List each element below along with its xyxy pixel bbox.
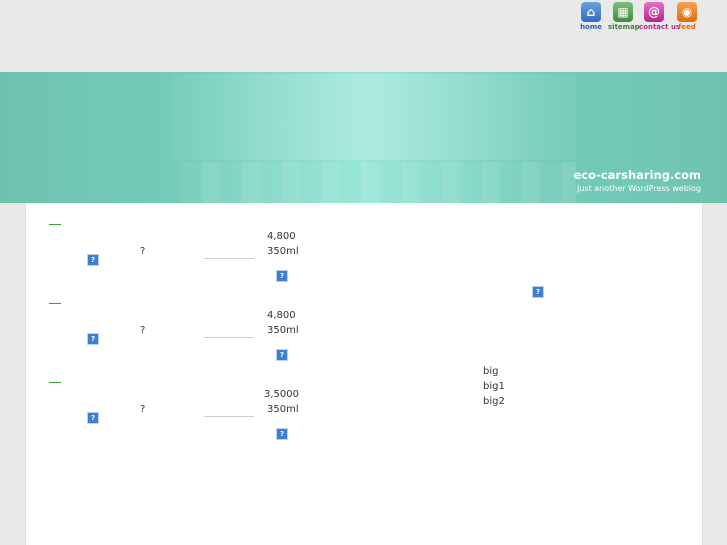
site-header: eco-carsharing.com Just another WordPres…: [0, 72, 727, 203]
top-icon-nav: ⌂ home ▦ sitemap @ contact us ◉ feed: [578, 2, 726, 34]
product-volume: 350ml: [267, 404, 299, 415]
rss-feed-icon: ◉: [677, 2, 697, 22]
nav-contact-label: contact us: [639, 23, 681, 31]
nav-contact-link[interactable]: @ contact us: [639, 2, 681, 31]
product-underline: [204, 416, 254, 417]
product-price: 4,800: [267, 310, 296, 321]
broken-image-icon[interactable]: ?: [276, 428, 288, 440]
product-volume: 350ml: [267, 246, 299, 257]
broken-image-icon[interactable]: ?: [87, 412, 99, 424]
sidebar-link-big1[interactable]: big1: [483, 381, 505, 392]
product-price: 3,5000: [264, 389, 299, 400]
product-question: ?: [140, 246, 146, 257]
entry-separator-dash: [49, 382, 61, 383]
site-description: Just another WordPress weblog: [576, 184, 701, 193]
broken-image-icon[interactable]: ?: [87, 333, 99, 345]
entry-separator-dash: [49, 224, 61, 225]
product-price: 4,800: [267, 231, 296, 242]
nav-sitemap-label: sitemap: [608, 23, 640, 31]
product-underline: [204, 258, 254, 259]
home-icon: ⌂: [581, 2, 601, 22]
site-title-link[interactable]: eco-carsharing.com: [574, 168, 701, 182]
sitemap-icon: ▦: [613, 2, 633, 22]
sidebar-link-big2[interactable]: big2: [483, 396, 505, 407]
broken-image-icon[interactable]: ?: [276, 349, 288, 361]
nav-sitemap-link[interactable]: ▦ sitemap: [608, 2, 640, 31]
product-volume: 350ml: [267, 325, 299, 336]
product-underline: [204, 337, 254, 338]
broken-image-icon[interactable]: ?: [87, 254, 99, 266]
product-question: ?: [140, 325, 146, 336]
nav-feed-link[interactable]: ◉ feed: [672, 2, 702, 31]
entry-separator-dash: [49, 303, 61, 304]
nav-home-label: home: [580, 23, 602, 31]
content-panel: [25, 203, 703, 545]
nav-home-link[interactable]: ⌂ home: [576, 2, 606, 31]
header-banner-glow: [172, 74, 576, 160]
product-question: ?: [140, 404, 146, 415]
sidebar-link-big[interactable]: big: [483, 366, 498, 377]
header-banner-stripes: [180, 162, 576, 203]
nav-feed-label: feed: [678, 23, 696, 31]
broken-image-icon[interactable]: ?: [276, 270, 288, 282]
contact-icon: @: [644, 2, 664, 22]
broken-image-icon[interactable]: ?: [532, 286, 544, 298]
